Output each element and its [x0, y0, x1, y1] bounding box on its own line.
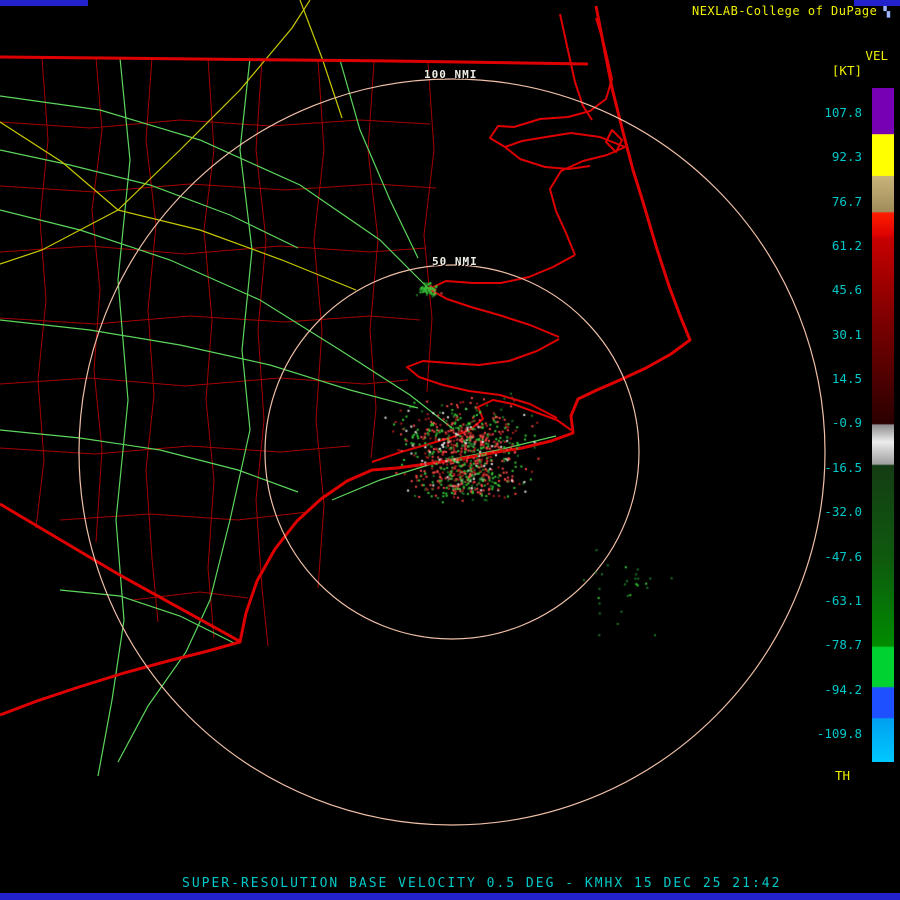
colorbar-tick: 30.1 — [831, 326, 862, 342]
colorbar-tick: -109.8 — [816, 725, 862, 741]
colorbar-ticks: 107.8 92.3 76.7 61.2 45.6 30.1 14.5 -0.9 -16.5 -3… — [798, 88, 862, 762]
colorbar-tick: 107.8 — [824, 105, 862, 120]
colorbar-threshold-label: TH — [834, 768, 850, 783]
ring-label-100nmi: 100 NMI — [424, 68, 478, 81]
colorbar-tick: -32.0 — [824, 504, 862, 520]
colorbar-tick: -63.1 — [824, 592, 862, 608]
page-title: NEXLAB-College of DuPage — [691, 4, 878, 18]
colorbar-tick: 92.3 — [831, 149, 862, 165]
colorbar-tick: -47.6 — [824, 548, 862, 564]
colorbar-tick: 45.6 — [831, 282, 862, 298]
radar-display: 100 NMI 50 NMI NEXLAB-College of DuPage … — [0, 0, 900, 900]
station-icon: ▚ — [883, 4, 890, 18]
colorbar-gradient — [872, 88, 894, 762]
colorbar-title: VEL — [865, 48, 888, 63]
frame-top-left — [0, 0, 88, 6]
colorbar-tick: -0.9 — [831, 415, 862, 431]
frame-bottom — [0, 893, 900, 900]
colorbar-tick: -94.2 — [824, 681, 862, 697]
ring-label-50nmi: 50 NMI — [432, 255, 478, 268]
colorbar-tick: -78.7 — [824, 637, 862, 653]
colorbar-tick: 76.7 — [831, 193, 862, 209]
velocity-echoes — [0, 0, 900, 900]
product-annotation: SUPER-RESOLUTION BASE VELOCITY 0.5 DEG -… — [182, 876, 782, 891]
colorbar-tick: 14.5 — [831, 371, 862, 387]
colorbar-unit: [KT] — [831, 63, 862, 78]
colorbar-tick: 61.2 — [831, 238, 862, 254]
frame-top-right — [854, 0, 900, 6]
colorbar-tick: -16.5 — [824, 459, 862, 475]
header-bar: NEXLAB-College of DuPage ▚ — [692, 4, 890, 18]
